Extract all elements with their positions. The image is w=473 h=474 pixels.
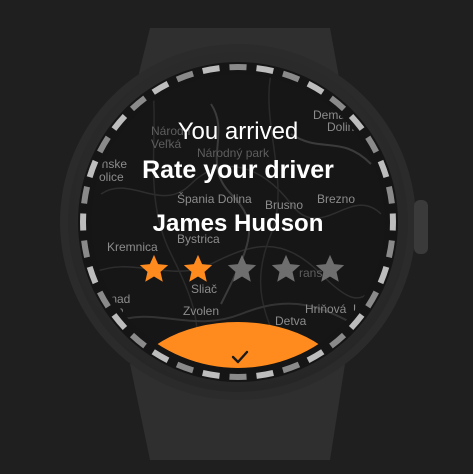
star-icon[interactable]	[181, 252, 215, 286]
map-label: rom	[103, 304, 124, 318]
arrival-title: You arrived	[177, 118, 299, 145]
watch-device: Demand Dolinč Národn Veľká Národný park …	[0, 0, 473, 474]
bezel-tick	[81, 186, 90, 204]
star-rating[interactable]	[137, 252, 347, 288]
map-label: Detva	[275, 314, 307, 328]
star-icon[interactable]	[269, 252, 303, 286]
bezel-tick	[202, 370, 220, 379]
map-label: Brezno	[317, 192, 356, 206]
bezel-tick	[386, 186, 395, 204]
crown-button[interactable]	[414, 200, 428, 254]
bezel-tick	[202, 65, 220, 74]
bezel-tick	[386, 240, 395, 258]
check-icon[interactable]	[231, 348, 249, 366]
bezel-tick	[256, 65, 274, 74]
star-icon[interactable]	[313, 252, 347, 286]
rate-driver-heading: Rate your driver	[142, 156, 334, 184]
star-icon[interactable]	[137, 252, 171, 286]
star-icon[interactable]	[225, 252, 259, 286]
map-label: Hriňová	[305, 302, 347, 316]
map-label: Zvolen	[183, 304, 220, 318]
bezel-tick	[81, 240, 90, 258]
map-label: Látky	[353, 302, 382, 316]
map-label: Špania Dolina	[177, 192, 252, 206]
driver-name: James Hudson	[152, 210, 324, 237]
bezel-tick	[256, 370, 274, 379]
watch-screen: Demand Dolinč Národn Veľká Národný park …	[91, 74, 385, 368]
